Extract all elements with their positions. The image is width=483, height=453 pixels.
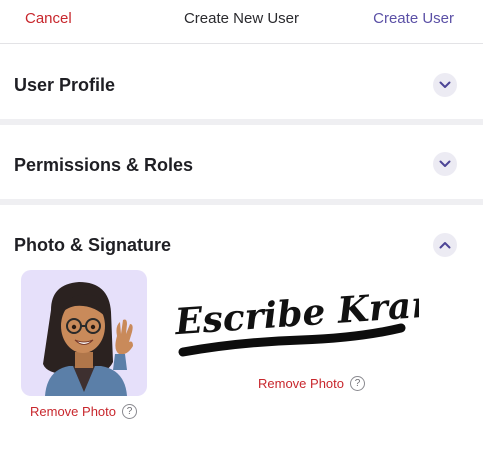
chevron-up-icon[interactable]: [433, 233, 457, 257]
user-photo: [21, 270, 147, 396]
remove-signature-label: Remove Photo: [258, 376, 344, 391]
question-circle-icon[interactable]: ?: [122, 404, 137, 419]
remove-signature-button[interactable]: Remove Photo ?: [258, 376, 365, 391]
avatar: [43, 282, 133, 396]
chevron-down-icon[interactable]: [433, 152, 457, 176]
chevron-down-icon[interactable]: [433, 73, 457, 97]
signature-image: Escribe Kramer: [169, 270, 419, 359]
create-user-button[interactable]: Create User: [373, 10, 454, 27]
question-circle-icon[interactable]: ?: [350, 376, 365, 391]
remove-photo-label: Remove Photo: [30, 404, 116, 419]
section-title-permissions: Permissions & Roles: [14, 155, 194, 175]
section-divider: [0, 119, 483, 125]
section-title-user-profile: User Profile: [14, 75, 116, 95]
top-bar: Cancel Create New User Create User: [0, 0, 483, 44]
section-divider: [0, 199, 483, 205]
section-title-photo-signature: Photo & Signature: [14, 235, 171, 255]
remove-photo-button[interactable]: Remove Photo ?: [30, 404, 137, 419]
